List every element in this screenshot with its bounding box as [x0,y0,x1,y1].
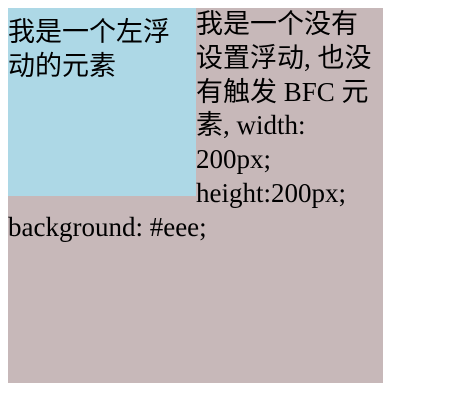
float-box: 我是一个左浮动的元素 [8,8,196,196]
float-box-text: 我是一个左浮动的元素 [8,17,170,82]
non-bfc-box: 我是一个左浮动的元素 我是一个没有设置浮动, 也没有触发 BFC 元素, wid… [8,8,383,383]
